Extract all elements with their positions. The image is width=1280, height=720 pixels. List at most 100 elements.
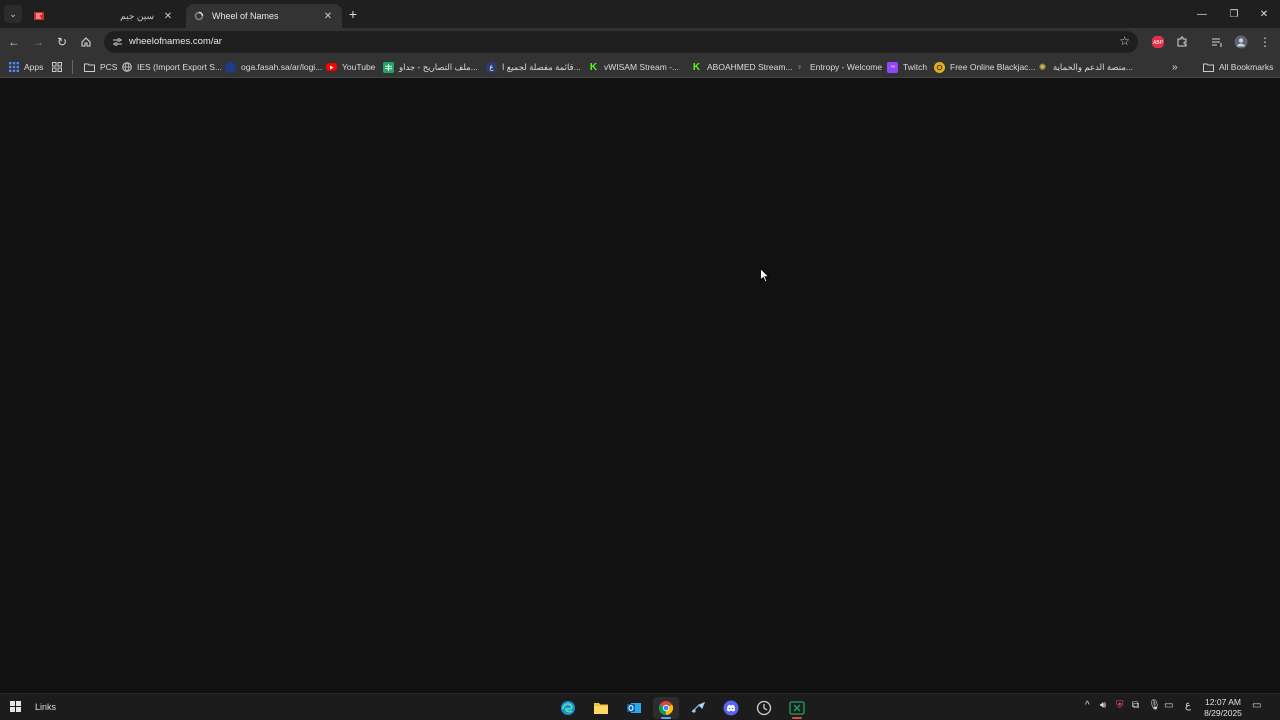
minimize-button[interactable]: — (1186, 0, 1218, 28)
bookmark-fasah[interactable]: oga.fasah.sa/ar/logi... (225, 60, 322, 74)
network-icon[interactable]: ▭ (1164, 700, 1173, 711)
chevron-double-right-icon: » (1172, 61, 1178, 73)
avatar-icon (1234, 35, 1248, 49)
system-clock[interactable]: 12:07 AM 8/29/2025 (1198, 697, 1248, 719)
bookmark-aboahmed-stream[interactable]: K ABOAHMED Stream... (691, 60, 793, 74)
excel-indicator (792, 717, 802, 719)
bookmark-label: vWISAM Stream -... (604, 62, 680, 72)
kick-icon: K (692, 61, 701, 73)
clock-app-icon (756, 700, 772, 716)
bookmarks-divider (72, 60, 73, 74)
taskbar-file-explorer[interactable] (588, 697, 614, 719)
speaker-icon[interactable]: 🔊︎ (1100, 700, 1106, 711)
close-icon[interactable]: ✕ (160, 8, 176, 24)
chevron-down-icon: ⌄ (9, 8, 17, 19)
taskbar: Links ^ 🔊︎ ⛨ ⧉ 🎙︎ ▭ ع 12:07 AM 8/29/2025… (0, 693, 1280, 720)
bookmark-apps[interactable]: Apps (8, 60, 43, 74)
discord-icon (723, 700, 739, 716)
tab-wheel-of-names[interactable]: Wheel of Names ✕ (186, 4, 342, 28)
bookmark-detailed-list[interactable]: ع قائمة مفصلة لجميع ا... (486, 60, 581, 74)
camera-icon[interactable]: ⧉ (1132, 700, 1139, 711)
zatca-icon: ع (486, 61, 497, 73)
tab-strip: ⌄ سين جيم ✕ Wheel of Names ✕ + — ❐ ✕ (0, 0, 1280, 28)
extensions-button[interactable] (1172, 32, 1192, 52)
notification-center-icon[interactable]: ▭ (1252, 700, 1261, 711)
taskbar-clock-app[interactable] (751, 697, 777, 719)
plus-icon: + (348, 6, 358, 22)
taskbar-discord[interactable] (718, 697, 744, 719)
forward-button[interactable]: → (28, 32, 48, 52)
reload-button[interactable]: ↻ (52, 32, 72, 52)
bookmark-label: ABOAHMED Stream... (707, 62, 793, 72)
back-button[interactable]: ← (4, 32, 24, 52)
clock-time: 12:07 AM (1205, 697, 1241, 707)
home-icon (81, 37, 91, 47)
bookmark-star-icon[interactable]: ☆ (1119, 34, 1130, 48)
tab-favicon (32, 9, 46, 23)
bookmark-label: منصة الدعم والحماية... (1053, 61, 1133, 72)
menu-button[interactable]: ⋮ (1255, 32, 1275, 52)
show-hidden-icons-button[interactable]: ^ (1085, 700, 1090, 711)
url-text[interactable]: wheelofnames.com/ar (129, 36, 222, 47)
media-controls-button[interactable] (1207, 32, 1227, 52)
bookmark-twitch[interactable]: Twitch (887, 60, 927, 74)
tab-search-button[interactable]: ⌄ (4, 5, 22, 23)
bookmark-label: قائمة مفصلة لجميع ا... (502, 61, 581, 72)
bookmark-blackjack[interactable]: Free Online Blackjac... (934, 60, 1036, 74)
bookmark-label: Apps (24, 62, 44, 72)
restore-icon: ❐ (1229, 8, 1239, 20)
taskbar-excel[interactable] (784, 697, 810, 719)
minimize-icon: — (1197, 8, 1207, 20)
taskbar-outlook[interactable] (621, 697, 647, 719)
reload-icon: ↻ (56, 35, 68, 49)
bookmark-ies[interactable]: IES (Import Export S... (121, 60, 222, 74)
edge-icon (561, 701, 575, 715)
links-toolbar[interactable]: Links (35, 702, 56, 712)
file-explorer-icon (594, 703, 608, 714)
close-icon[interactable]: ✕ (320, 8, 336, 24)
taskbar-chrome[interactable] (653, 697, 679, 719)
all-bookmarks-button[interactable]: All Bookmarks (1203, 60, 1273, 74)
close-icon: ✕ (1259, 8, 1269, 20)
excel-icon (789, 701, 805, 715)
fasah-icon (225, 61, 236, 73)
more-bookmarks-button[interactable]: » (1172, 60, 1178, 74)
bookmark-label: All Bookmarks (1219, 62, 1274, 72)
address-bar[interactable]: wheelofnames.com/ar ☆ (104, 31, 1138, 53)
arrow-left-icon: ← (8, 35, 20, 49)
media-queue-icon (1212, 38, 1222, 47)
bookmark-label: Entropy - Welcome (810, 62, 883, 72)
profile-button[interactable] (1231, 32, 1251, 52)
input-language-indicator[interactable]: ع (1185, 700, 1191, 711)
bookmark-label: IES (Import Export S... (137, 62, 223, 72)
tab-favicon (192, 9, 206, 23)
loading-spinner-icon (194, 11, 204, 21)
microphone-icon[interactable]: 🎙︎ (1148, 700, 1161, 711)
tab-seen-jeem[interactable]: سين جيم ✕ (26, 4, 182, 28)
kebab-menu-icon: ⋮ (1259, 35, 1271, 49)
taskbar-edge[interactable] (555, 697, 581, 719)
outlook-icon (627, 703, 641, 713)
support-icon: ✺ (1038, 61, 1047, 72)
adblock-extension[interactable]: ABP (1148, 32, 1168, 52)
restore-button[interactable]: ❐ (1218, 0, 1250, 28)
bookmark-permits-sheet[interactable]: ملف التصاريح - جداو... (383, 60, 478, 74)
seen-jeem-logo-icon (34, 12, 44, 20)
tab-groups-button[interactable] (51, 60, 67, 74)
bookmark-pcs[interactable]: PCS (84, 60, 117, 74)
page-content[interactable] (0, 79, 1280, 693)
bookmark-youtube[interactable]: YouTube (326, 60, 375, 74)
security-icon[interactable]: ⛨ (1116, 700, 1124, 711)
bookmark-vwisam-stream[interactable]: K vWISAM Stream -... (588, 60, 679, 74)
arrow-right-icon: → (32, 35, 44, 49)
bookmark-entropy[interactable]: ♆ Entropy - Welcome (794, 60, 882, 74)
clock-date: 8/29/2025 (1204, 708, 1242, 718)
site-info-icon[interactable] (110, 35, 124, 49)
youtube-icon (326, 63, 337, 71)
bookmark-support-platform[interactable]: ✺ منصة الدعم والحماية... (1037, 60, 1133, 74)
close-window-button[interactable]: ✕ (1248, 0, 1280, 28)
home-button[interactable] (76, 32, 96, 52)
taskbar-steam[interactable] (685, 697, 711, 719)
new-tab-button[interactable]: + (345, 6, 361, 22)
windows-start-button[interactable] (10, 701, 22, 713)
